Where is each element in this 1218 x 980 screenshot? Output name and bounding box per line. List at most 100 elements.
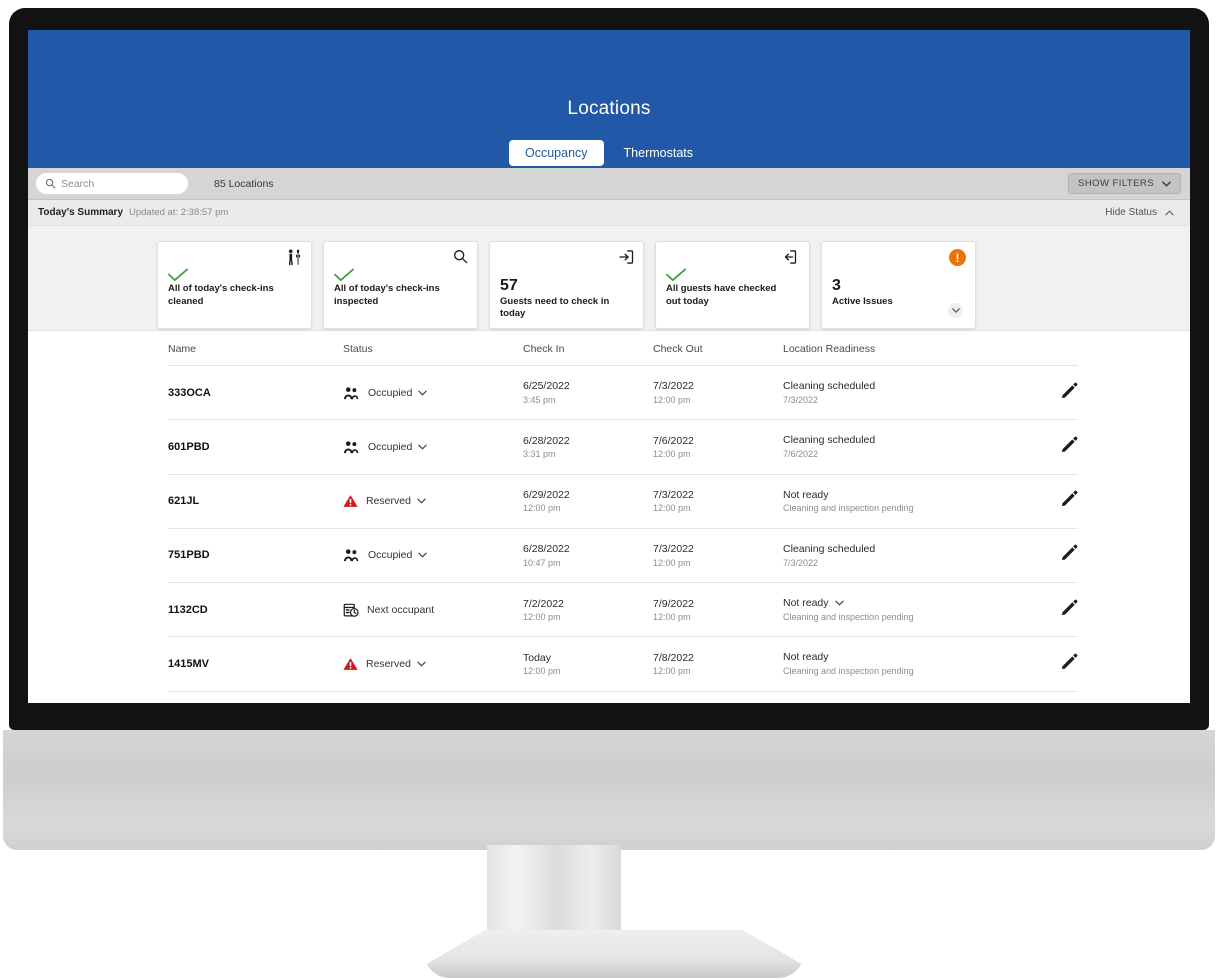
chevron-down-icon[interactable] [418,390,428,396]
readiness-status: Cleaning scheduled [783,379,1023,394]
page-title: Locations [567,98,651,119]
cell-check-in: Today 12:00 pm [523,636,653,692]
location-name-text: 751PBD [168,549,210,562]
cell-location-readiness[interactable]: Not ready Cleaning and inspection pending [783,582,1023,638]
two-people-icon [343,386,360,400]
table-row[interactable]: 621JL Reserved 6/29/2022 12:00 pm 7/3/2022 12… [168,474,1078,529]
check-in-date: 6/28/2022 [523,543,570,556]
check-in-date: 6/28/2022 [523,434,570,447]
location-name-text: 333OCA [168,386,211,399]
search-input[interactable] [61,177,179,190]
check-in-time: 3:45 pm [523,394,556,405]
tab-occupancy[interactable]: Occupancy [509,140,604,166]
cell-check-out: 7/9/2022 12:00 pm [653,582,783,638]
monitor-stand-foot [424,930,804,978]
table-row[interactable]: 333OCA Occupied 6/25/2022 3:45 pm 7/3/2022 12… [168,365,1078,421]
readiness-status-text: Not ready [783,488,829,501]
pencil-icon[interactable] [1061,599,1078,616]
search-icon [453,249,468,264]
pencil-icon[interactable] [1061,490,1078,507]
summary-updated-timestamp: Updated at: 2:38:57 pm [129,207,229,218]
hide-status-label: Hide Status [1105,207,1157,218]
chevron-down-icon[interactable] [418,552,428,558]
table-row[interactable]: 1415MV Reserved Today 12:00 pm 7/8/2022 12:00… [168,636,1078,692]
cell-status[interactable]: Reserved [343,636,523,692]
check-in-time: 3:31 pm [523,448,556,459]
check-out-time: 12:00 pm [653,557,691,568]
check-out-time: 12:00 pm [653,448,691,459]
summary-bar: Today's Summary Updated at: 2:38:57 pm H… [28,200,1190,226]
cell-location-readiness: Cleaning scheduled 7/3/2022 [783,365,1023,421]
summary-card-inspected[interactable]: All of today's check-ins inspected [323,241,478,329]
status-label-text: Reserved [366,658,411,671]
table-row[interactable]: 601PBD Occupied 6/28/2022 3:31 pm 7/6/2022 12… [168,419,1078,475]
two-people-icon [343,548,360,562]
summary-card-check-out[interactable]: All guests have checked out today [655,241,810,329]
status-label: Occupied [368,387,428,399]
cell-location-readiness: Not ready Cleaning and inspection pending [783,474,1023,529]
readiness-status-text: Cleaning scheduled [783,434,876,447]
summary-card-cleaned[interactable]: All of today's check-ins cleaned [157,241,312,329]
chevron-down-icon[interactable] [417,661,426,667]
table-row[interactable]: 751PBD Occupied 6/28/2022 10:47 pm 7/3/2022 1… [168,528,1078,584]
show-filters-label: SHOW FILTERS [1078,178,1154,189]
summary-card-number: 3 [832,277,841,294]
column-header-readiness[interactable]: Location Readiness [783,331,1023,366]
show-filters-button[interactable]: SHOW FILTERS [1068,173,1181,194]
status-label: Occupied [368,441,428,453]
monitor-chin [3,730,1215,850]
location-name-text: 1415MV [168,658,209,671]
readiness-detail: 7/6/2022 [783,448,819,459]
pencil-icon[interactable] [1061,382,1078,399]
table-body: 333OCA Occupied 6/25/2022 3:45 pm 7/3/2022 12… [168,365,1078,692]
check-out-date: 7/9/2022 [653,597,694,610]
chevron-down-icon[interactable] [948,303,963,318]
column-header-check-out[interactable]: Check Out [653,331,783,366]
pencil-icon[interactable] [1061,544,1078,561]
cell-status[interactable]: Next occupant [343,582,523,638]
readiness-status: Cleaning scheduled [783,433,1023,448]
status-label: Next occupant [367,604,434,616]
chevron-down-icon[interactable] [418,444,428,450]
cell-status[interactable]: Occupied [343,419,523,475]
check-out-time: 12:00 pm [653,611,691,622]
pencil-icon[interactable] [1061,436,1078,453]
cell-check-in: 6/29/2022 12:00 pm [523,474,653,529]
chevron-down-icon[interactable] [417,498,426,504]
summary-cards-area: All of today's check-ins cleaned All of … [28,226,1190,331]
check-out-date: 7/3/2022 [653,489,694,502]
summary-card-check-in[interactable]: 57 Guests need to check in today [489,241,644,329]
readiness-status-text: Not ready [783,597,829,610]
summary-cards-row: All of today's check-ins cleaned All of … [157,241,976,329]
app-header: Locations Occupancy Thermostats [28,30,1190,168]
column-header-name[interactable]: Name [168,331,343,366]
table-row[interactable]: 1132CD Next occupant 7/2/2022 12:00 pm 7/9/2… [168,582,1078,638]
check-out-date: 7/3/2022 [653,380,694,393]
cell-check-out: 7/6/2022 12:00 pm [653,419,783,475]
column-header-status[interactable]: Status [343,331,523,366]
summary-card-active-issues[interactable]: ! 3 Active Issues [821,241,976,329]
check-out-date: 7/8/2022 [653,651,694,664]
cell-actions [1023,419,1078,475]
check-out-date: 7/3/2022 [653,543,694,556]
column-header-check-in[interactable]: Check In [523,331,653,366]
search-box[interactable] [36,173,188,194]
chevron-down-icon[interactable] [834,600,844,606]
hide-status-toggle[interactable]: Hide Status [1105,207,1174,218]
cell-status[interactable]: Occupied [343,365,523,421]
cell-location-name: 1132CD [168,582,343,638]
warning-triangle-icon [343,494,358,508]
column-header-actions [1023,331,1078,366]
cell-status[interactable]: Occupied [343,528,523,584]
location-name-text: 621JL [168,495,200,508]
pencil-icon[interactable] [1061,653,1078,670]
readiness-detail: 7/3/2022 [783,394,819,405]
readiness-detail: 7/3/2022 [783,557,819,568]
cell-location-name: 1415MV [168,636,343,692]
cell-status[interactable]: Reserved [343,474,523,529]
tab-thermostats[interactable]: Thermostats [608,140,709,166]
cell-check-out: 7/3/2022 12:00 pm [653,474,783,529]
readiness-status: Not ready [783,488,1023,503]
check-out-time: 12:00 pm [653,666,691,677]
status-label-text: Reserved [366,495,411,508]
